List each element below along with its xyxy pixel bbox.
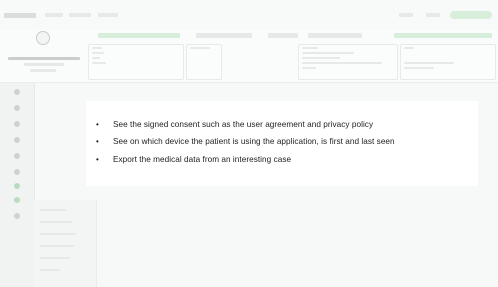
app-logo: [4, 13, 36, 18]
list-item-text: See on which device the patient is using…: [113, 137, 395, 147]
feature-list-card: • See the signed consent such as the use…: [86, 101, 478, 186]
sidebar: [0, 83, 35, 287]
patient-name: [8, 57, 80, 60]
list-item: [40, 221, 72, 223]
nav-item: [399, 13, 413, 17]
patient-subtitle: [30, 69, 56, 72]
action-button: [394, 33, 492, 38]
info-text: [404, 47, 414, 49]
nav-item: [69, 13, 91, 17]
list-item-text: Export the medical data from an interest…: [113, 154, 292, 164]
sidebar-icon-active: [14, 183, 20, 189]
info-text: [302, 62, 382, 64]
sidebar-icon: [14, 153, 20, 159]
info-text: [92, 47, 102, 49]
list-item: [40, 209, 66, 211]
sidebar-icon: [14, 89, 20, 95]
bullet-icon: •: [96, 137, 99, 147]
avatar: [36, 31, 50, 45]
info-text: [302, 57, 340, 59]
page: • See the signed consent such as the use…: [0, 0, 498, 287]
info-text: [302, 67, 316, 69]
info-box: [186, 44, 222, 80]
side-list-panel: [34, 200, 97, 287]
list-item: [40, 269, 60, 271]
info-text: [92, 62, 106, 64]
info-text: [302, 47, 318, 49]
nav-item: [45, 13, 63, 17]
top-navigation: [0, 0, 498, 30]
list-item: • Export the medical data from an intere…: [96, 155, 468, 165]
nav-item: [426, 13, 440, 17]
sidebar-icon: [14, 105, 20, 111]
sidebar-icon: [14, 213, 20, 219]
nav-button: [450, 11, 492, 19]
info-text: [92, 57, 100, 59]
info-text: [302, 52, 354, 54]
sidebar-icon: [14, 137, 20, 143]
list-item: [40, 257, 70, 259]
feature-list: • See the signed consent such as the use…: [96, 120, 468, 165]
list-item: • See on which device the patient is usi…: [96, 137, 468, 147]
list-item: [40, 233, 76, 235]
info-text: [404, 67, 434, 69]
info-text: [404, 62, 454, 64]
bullet-icon: •: [96, 120, 99, 129]
list-item: [40, 245, 74, 247]
info-text: [190, 47, 210, 49]
sidebar-icon-active: [14, 197, 20, 203]
patient-subtitle: [24, 63, 64, 66]
bullet-icon: •: [96, 154, 99, 164]
filter-dropdown: [196, 33, 252, 38]
sidebar-icon: [14, 121, 20, 127]
nav-item: [98, 13, 118, 17]
filter-dropdown: [308, 33, 362, 38]
patient-header: [0, 30, 498, 83]
sidebar-icon: [14, 169, 20, 175]
search-bar: [98, 33, 180, 38]
list-item-text: See the signed consent such as the user …: [113, 120, 374, 129]
filter-dropdown: [268, 33, 298, 38]
info-text: [92, 52, 104, 54]
list-item: • See the signed consent such as the use…: [96, 120, 468, 130]
